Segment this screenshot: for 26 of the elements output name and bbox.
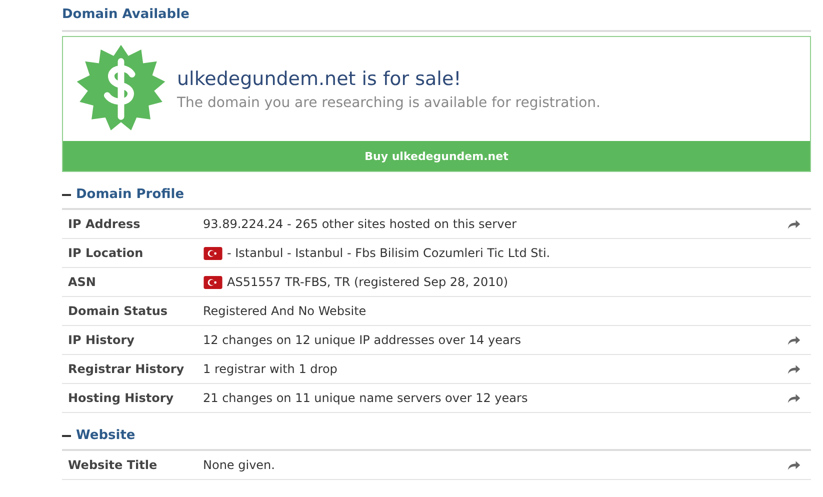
share-arrow-icon[interactable] — [787, 218, 801, 230]
row-label: ASN — [68, 275, 97, 289]
row-value: 12 changes on 12 unique IP addresses over 14 years — [203, 333, 521, 347]
row-label: Website Title — [68, 458, 158, 472]
row-value: 93.89.224.24 - 265 other sites hosted on this server — [203, 217, 517, 231]
sale-subtitle: The domain you are researching is available for registration. — [177, 94, 600, 110]
section-heading[interactable]: Website — [76, 428, 136, 443]
row-label: IP History — [68, 333, 136, 347]
row-label: Hosting History — [68, 391, 175, 405]
row-label: IP Address — [68, 217, 142, 231]
share-arrow-icon[interactable] — [787, 364, 801, 374]
row-value: 21 changes on 11 unique name servers over 12 years — [203, 391, 528, 405]
share-arrow-icon[interactable] — [787, 334, 801, 346]
share-arrow-icon[interactable] — [787, 392, 801, 404]
row-value: 1 registrar with 1 drop — [203, 362, 338, 376]
row-value: AS51557 TR-FBS, TR (registered Sep 28, 2010) — [227, 275, 508, 289]
sale-headline: ulkedegundem.net is for sale! — [177, 68, 462, 90]
section-title: Domain Available — [62, 0, 811, 32]
row-value: - Istanbul - Istanbul - Fbs Bilisim Cozumleri Tic Ltd Sti. — [227, 246, 550, 260]
row-label: IP Location — [68, 246, 144, 260]
row-label: Registrar History — [68, 362, 186, 376]
row-value: None given. — [203, 458, 275, 472]
row-value: Registered And No Website — [203, 304, 366, 318]
row-label: Domain Status — [68, 304, 169, 318]
section-heading[interactable]: Domain Profile — [76, 187, 184, 202]
share-arrow-icon[interactable] — [787, 460, 801, 470]
